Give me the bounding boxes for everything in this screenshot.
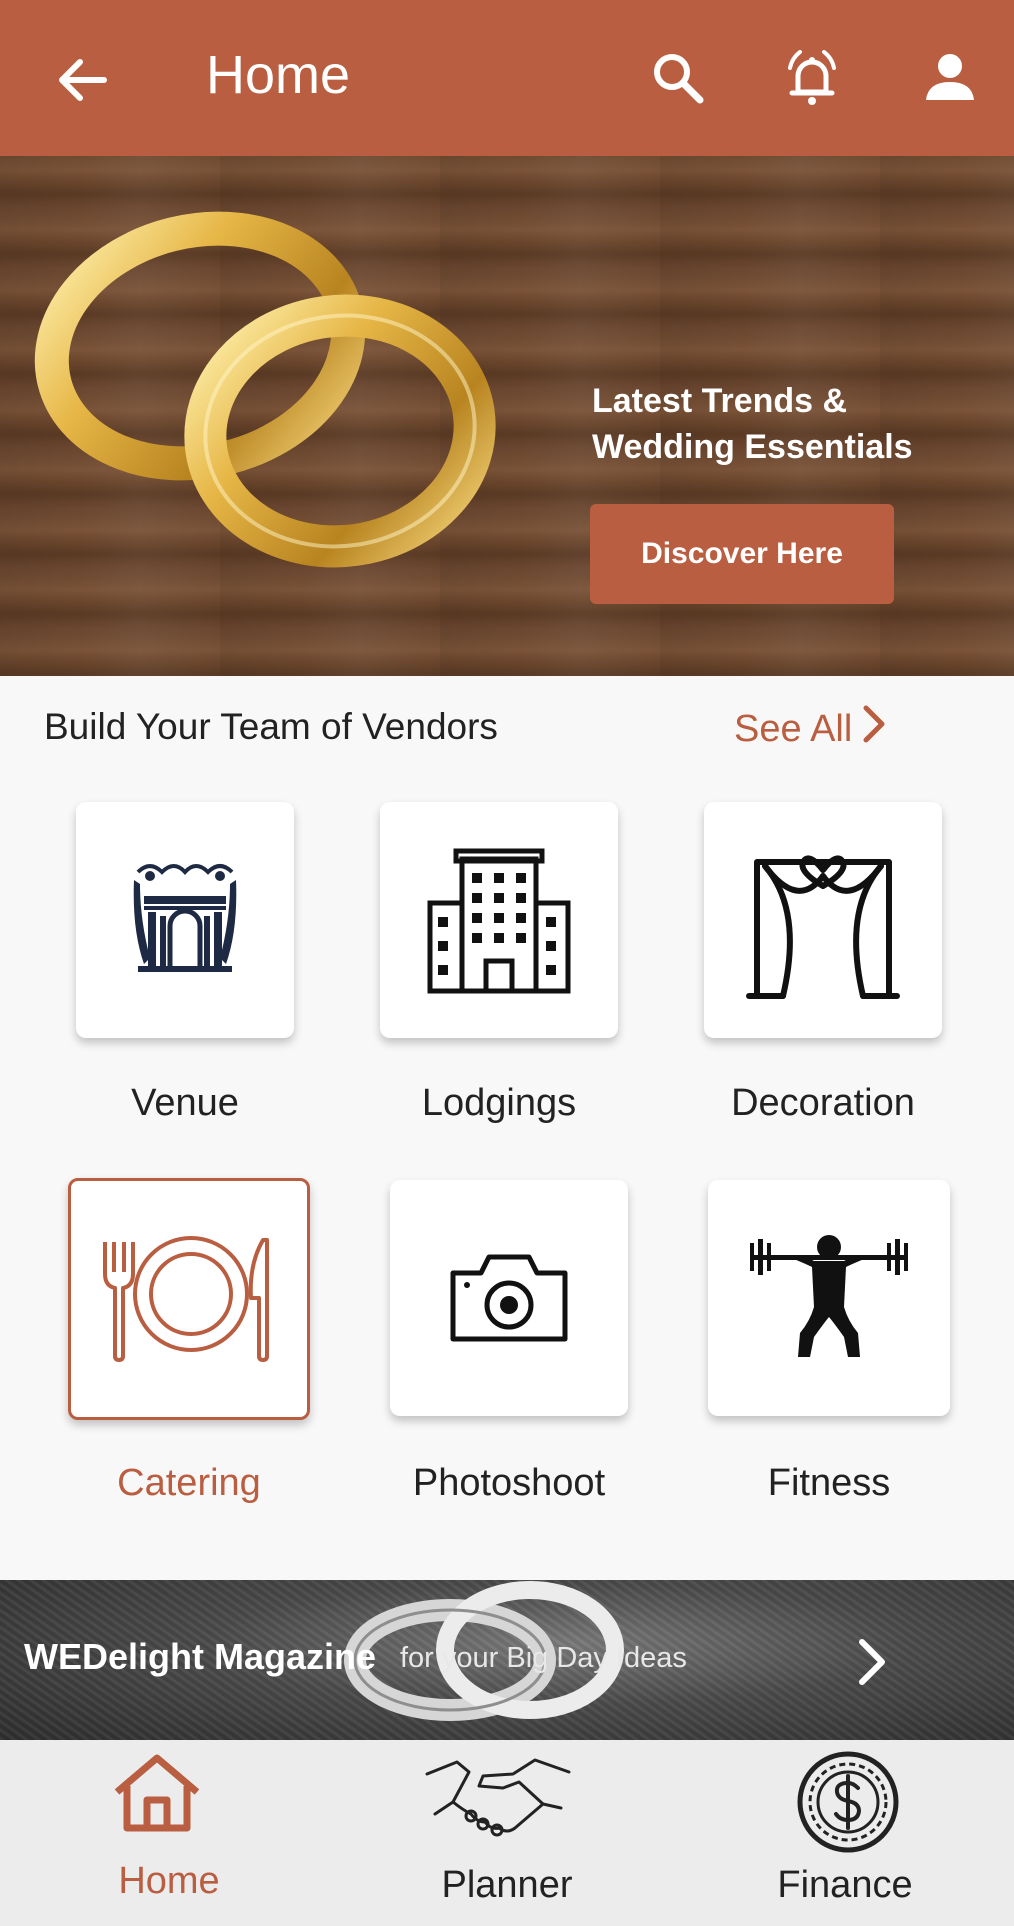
- weightlifter-icon: [750, 1235, 908, 1357]
- heart-arch-icon: [746, 855, 900, 999]
- nav-label-home: Home: [118, 1860, 220, 1902]
- nav-item-planner[interactable]: Planner: [338, 1740, 676, 1926]
- see-all-link[interactable]: See All: [734, 704, 886, 754]
- nav-item-home[interactable]: Home: [0, 1740, 338, 1926]
- discover-here-button[interactable]: Discover Here: [590, 504, 894, 604]
- vendor-label-venue: Venue: [131, 1082, 239, 1124]
- home-icon: [111, 1752, 203, 1839]
- vendor-tile-lodgings[interactable]: [380, 802, 618, 1038]
- vendor-tile-decoration[interactable]: [704, 802, 942, 1038]
- magazine-title: WEDelight Magazine: [24, 1636, 377, 1677]
- magazine-banner[interactable]: WEDelight Magazine for your Big Day Idea…: [0, 1580, 1014, 1740]
- hero-banner: Latest Trends & Wedding Essentials Disco…: [0, 156, 1014, 676]
- chevron-right-icon[interactable]: [852, 1636, 892, 1688]
- bottom-navigation: Home Planner Finance: [0, 1740, 1014, 1926]
- camera-icon: [450, 1254, 568, 1342]
- vendors-section-title: Build Your Team of Vendors: [44, 706, 498, 747]
- vendor-tile-photoshoot[interactable]: [390, 1180, 628, 1416]
- vendor-label-lodgings: Lodgings: [421, 1082, 577, 1124]
- dollar-coin-icon: [796, 1750, 900, 1859]
- user-profile-icon[interactable]: [918, 46, 982, 110]
- search-icon[interactable]: [646, 46, 710, 110]
- magazine-subtitle: for your Big Day Ideas: [400, 1642, 687, 1674]
- vendor-tile-venue[interactable]: [76, 802, 294, 1038]
- venue-icon: [133, 864, 237, 972]
- chevron-right-icon: [862, 704, 886, 754]
- nav-label-finance: Finance: [777, 1864, 913, 1906]
- vendor-label-decoration: Decoration: [731, 1082, 915, 1124]
- handshake-icon: [423, 1752, 573, 1847]
- nav-label-planner: Planner: [441, 1864, 573, 1906]
- page-title: Home: [206, 45, 351, 105]
- hotel-building-icon: [427, 848, 571, 994]
- hero-headline: Latest Trends & Wedding Essentials: [592, 382, 913, 466]
- vendor-label-catering: Catering: [117, 1462, 261, 1504]
- vendor-tile-fitness[interactable]: [708, 1180, 950, 1416]
- back-arrow-icon[interactable]: [52, 50, 112, 110]
- plate-fork-knife-icon: [103, 1236, 269, 1362]
- alarm-bell-icon[interactable]: [780, 46, 844, 110]
- wedding-rings-image: [34, 211, 496, 568]
- vendor-label-photoshoot: Photoshoot: [412, 1462, 606, 1504]
- vendor-label-fitness: Fitness: [767, 1462, 891, 1504]
- nav-item-finance[interactable]: Finance: [676, 1740, 1014, 1926]
- vendor-tile-catering[interactable]: [68, 1178, 310, 1420]
- app-bar: Home: [0, 0, 1014, 156]
- see-all-label: See All: [734, 707, 853, 750]
